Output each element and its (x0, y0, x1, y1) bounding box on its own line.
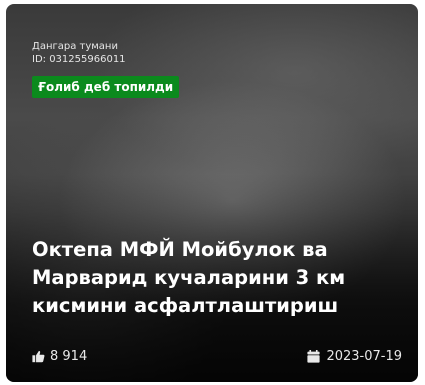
likes-count: 8 914 (50, 349, 88, 364)
thumbs-up-icon (32, 350, 45, 363)
calendar-icon (307, 350, 321, 363)
card-footer: 8 914 2023-07-19 (32, 349, 402, 369)
project-card[interactable]: Дангара тумани ID: 031255966011 Ғолиб де… (6, 4, 418, 382)
card-meta: Дангара тумани ID: 031255966011 Ғолиб де… (32, 40, 180, 98)
district-label: Дангара тумани (32, 41, 118, 52)
project-title[interactable]: Октепа МФЙ Мойбулок ва Марварид кучалари… (32, 236, 402, 320)
date: 2023-07-19 (307, 349, 402, 364)
likes[interactable]: 8 914 (32, 349, 87, 364)
status-badge: Ғолиб деб топилди (32, 76, 180, 98)
date-value: 2023-07-19 (326, 349, 402, 364)
project-id: ID: 031255966011 (32, 54, 126, 65)
